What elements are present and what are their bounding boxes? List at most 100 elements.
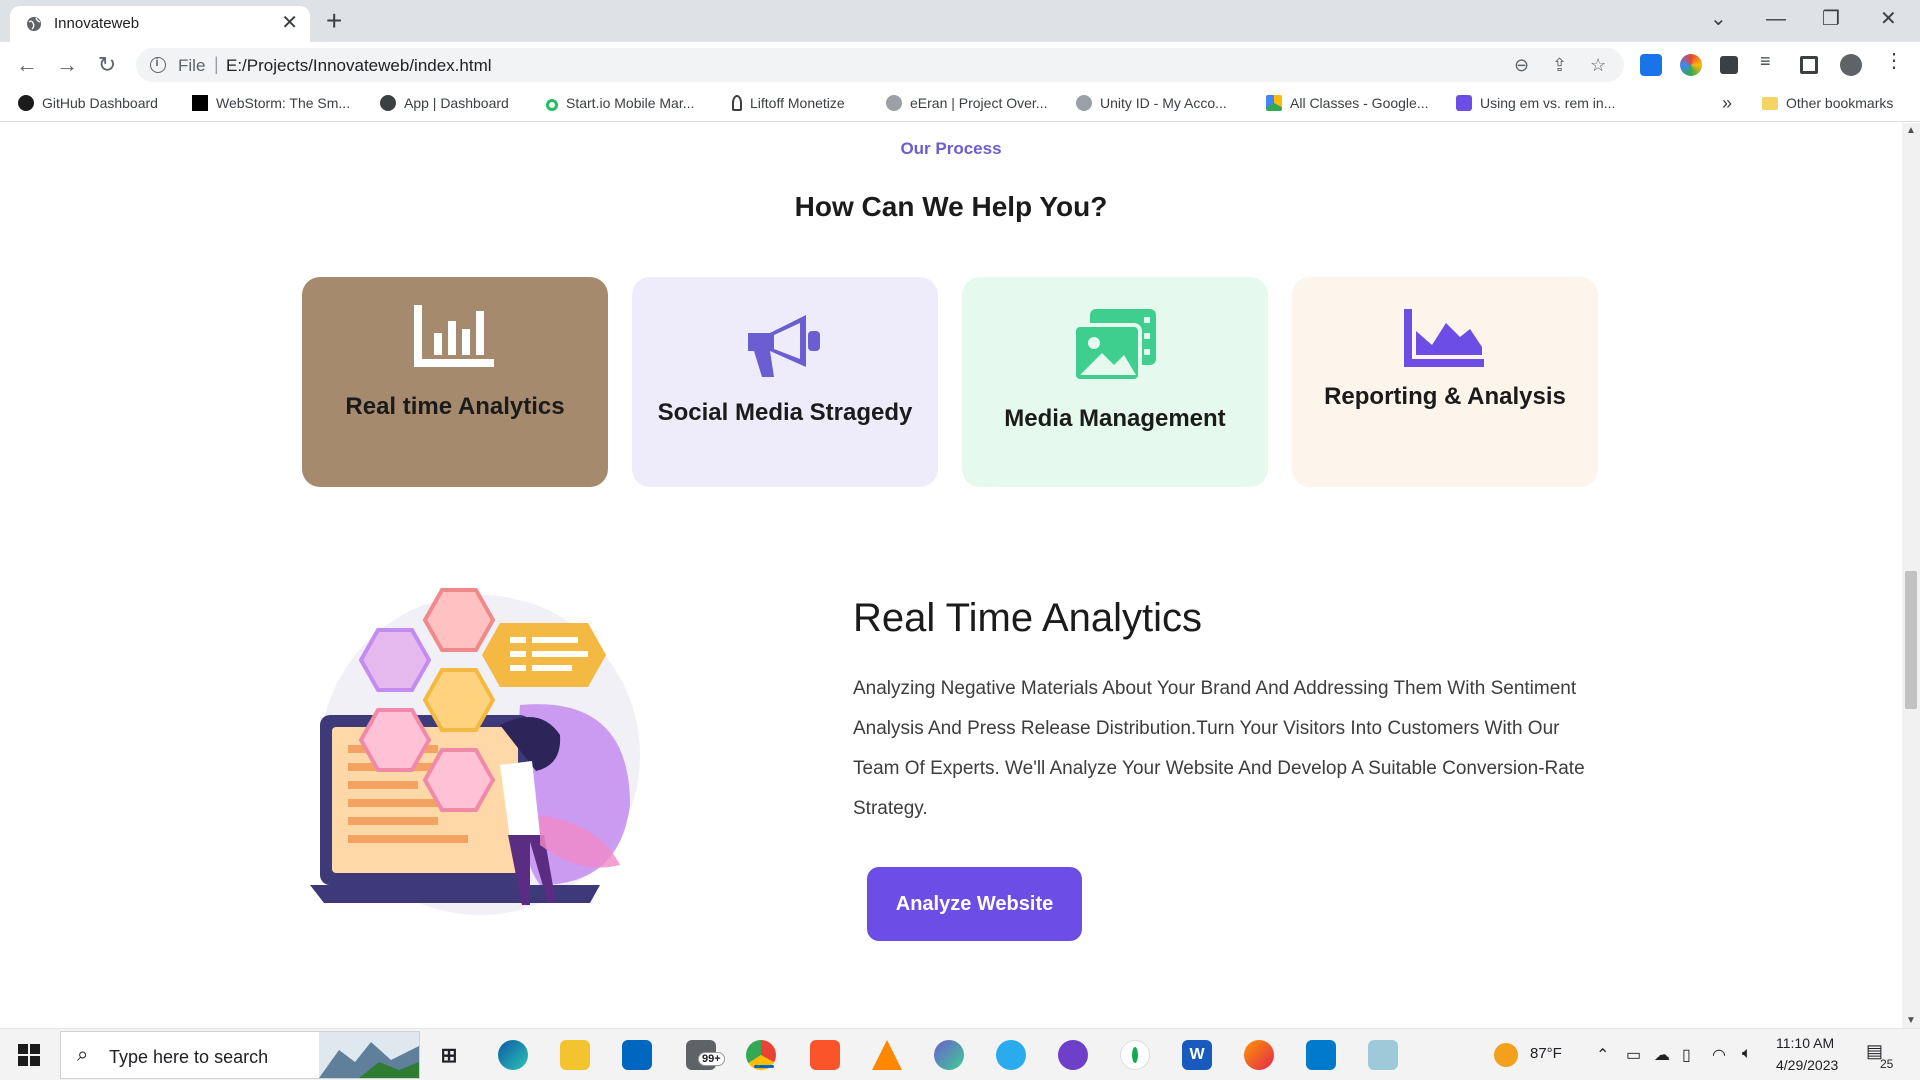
service-card-social-media[interactable]: Social Media Stragedy [632, 277, 938, 487]
chrome-icon[interactable] [746, 1040, 776, 1070]
new-tab-button[interactable]: + [326, 6, 342, 36]
startio-icon [546, 99, 558, 111]
bookmark-star-icon[interactable]: ☆ [1590, 55, 1606, 76]
webpage-content: Our Process How Can We Help You? Real ti… [0, 123, 1902, 1028]
bookmarks-bar: GitHub Dashboard WebStorm: The Sm... App… [0, 88, 1920, 122]
app-window-icon[interactable] [1368, 1040, 1398, 1070]
scrollbar-thumb[interactable] [1905, 571, 1917, 709]
volume-icon[interactable]: 🔈︎ [1742, 1045, 1752, 1063]
more-menu-icon[interactable]: ⋮ [1884, 48, 1906, 72]
feature-title: Real Time Analytics [853, 596, 1203, 640]
reading-list-icon[interactable]: ≡ [1760, 51, 1782, 73]
section-heading: How Can We Help You? [794, 191, 1108, 222]
webstorm-icon [192, 95, 208, 111]
bookmark-eeran[interactable]: eEran | Project Over... [886, 95, 1047, 111]
share-icon[interactable]: ⇪ [1552, 55, 1567, 76]
analytics-illustration [310, 588, 640, 915]
github-desktop-icon[interactable] [1058, 1040, 1088, 1070]
back-button[interactable]: ← [12, 50, 42, 80]
bookmark-startio[interactable]: Start.io Mobile Mar... [546, 95, 694, 111]
clock-time[interactable]: 11:10 AM [1776, 1035, 1834, 1051]
taskbar-search-box[interactable]: ⌕ Type here to search [60, 1031, 420, 1079]
reload-button[interactable]: ↻ [92, 50, 122, 80]
bookmark-liftoff[interactable]: Liftoff Monetize [732, 95, 845, 111]
card-label: Real time Analytics [345, 393, 565, 420]
more-bookmarks-chevron[interactable]: » [1722, 93, 1732, 114]
color-picker-extension-icon[interactable] [1680, 54, 1702, 76]
minimize-button[interactable]: — [1766, 6, 1786, 32]
weather-temp[interactable]: 87°F [1530, 1045, 1562, 1062]
bookmark-a-icon [1456, 95, 1472, 111]
forward-button[interactable]: → [52, 50, 82, 80]
vscode-icon[interactable] [1306, 1040, 1336, 1070]
search-icon: ⌕ [77, 1044, 89, 1066]
file-explorer-icon[interactable] [560, 1040, 590, 1070]
windows-taskbar: ⌕ Type here to search ⊞ 99+ W 87°F ⌃ ▭ ☁… [0, 1028, 1920, 1080]
bookmark-all-classes[interactable]: All Classes - Google... [1266, 95, 1429, 111]
card-label: Reporting & Analysis [1324, 383, 1566, 410]
browser-tab[interactable]: Innovateweb ✕ [10, 6, 310, 42]
service-card-media-management[interactable]: Media Management [962, 277, 1268, 487]
url-scheme: File [178, 56, 206, 75]
windows-start-icon[interactable] [18, 1044, 40, 1066]
word-icon[interactable]: W [1182, 1040, 1212, 1070]
telegram-icon[interactable] [996, 1040, 1026, 1070]
close-window-button[interactable]: ✕ [1880, 6, 1897, 32]
bookmark-github[interactable]: GitHub Dashboard [18, 95, 158, 111]
images-icon [962, 307, 1268, 387]
feature-description: Analyzing Negative Materials About Your … [853, 678, 1585, 819]
liftoff-icon [732, 95, 742, 111]
search-highlight-scene-icon [319, 1032, 419, 1078]
zoom-icon[interactable]: ⊖ [1514, 55, 1529, 76]
profile-avatar[interactable] [1840, 54, 1862, 76]
search-placeholder: Type here to search [109, 1047, 269, 1067]
unity-icon [1076, 95, 1092, 111]
address-bar[interactable]: File | E:/Projects/Innovateweb/index.htm… [136, 48, 1624, 82]
side-panel-icon[interactable] [1800, 56, 1818, 74]
vlc-icon[interactable] [872, 1040, 902, 1070]
clock-date[interactable]: 4/29/2023 [1776, 1057, 1838, 1073]
bookmark-unity-id[interactable]: Unity ID - My Acco... [1076, 95, 1227, 111]
folder-icon [1762, 97, 1778, 110]
edge-icon[interactable] [498, 1040, 528, 1070]
bookmark-app-dashboard[interactable]: App | Dashboard [380, 95, 509, 111]
bookmark-webstorm[interactable]: WebStorm: The Sm... [192, 95, 350, 111]
weather-sun-icon[interactable] [1494, 1043, 1518, 1067]
wifi-icon[interactable]: ◠ [1712, 1045, 1726, 1065]
close-tab-icon[interactable]: ✕ [281, 12, 298, 34]
megaphone-icon [632, 309, 938, 381]
restore-button[interactable]: ❐ [1822, 6, 1840, 32]
meet-now-icon[interactable]: ▭ [1626, 1045, 1641, 1065]
service-card-real-time-analytics[interactable]: Real time Analytics [302, 277, 608, 487]
tab-search-chevron-icon[interactable]: ⌄ [1710, 6, 1727, 32]
battery-icon[interactable]: ▯ [1682, 1045, 1691, 1065]
scroll-down-arrow-icon[interactable]: ▼ [1906, 1015, 1916, 1026]
tab-strip: Innovateweb ✕ + ⌄ — ❐ ✕ [0, 0, 1920, 42]
firefox-icon[interactable] [1244, 1040, 1274, 1070]
download-extension-icon[interactable] [1640, 54, 1662, 76]
page-scrollbar[interactable]: ▲ ▼ [1902, 123, 1920, 1028]
service-card-reporting[interactable]: Reporting & Analysis [1292, 277, 1598, 487]
site-info-icon[interactable] [150, 57, 166, 73]
url-text[interactable]: E:/Projects/Innovateweb/index.html [226, 56, 492, 76]
other-bookmarks-folder[interactable]: Other bookmarks [1762, 95, 1893, 111]
chevron-up-icon[interactable]: ⌃ [1596, 1045, 1609, 1065]
bookmark-em-vs-rem[interactable]: Using em vs. rem in... [1456, 95, 1615, 111]
active-indicator [754, 1065, 774, 1068]
task-view-icon[interactable]: ⊞ [434, 1040, 464, 1070]
card-label: Media Management [1004, 405, 1226, 432]
area-chart-icon [1292, 307, 1598, 367]
puzzle-extensions-icon[interactable] [1720, 56, 1738, 74]
app-hexagon-icon[interactable] [934, 1040, 964, 1070]
unity-icon [886, 95, 902, 111]
onedrive-icon[interactable]: ☁ [1654, 1045, 1670, 1065]
mail-icon[interactable]: 99+ [686, 1040, 725, 1070]
scroll-up-arrow-icon[interactable]: ▲ [1906, 125, 1916, 136]
globe-icon [27, 17, 41, 31]
analyze-website-button[interactable]: Analyze Website [867, 867, 1082, 941]
github-icon [18, 95, 34, 111]
mongodb-icon[interactable] [1120, 1040, 1150, 1070]
brave-icon[interactable] [810, 1040, 840, 1070]
microsoft-store-icon[interactable] [622, 1040, 652, 1070]
url-separator: | [214, 54, 219, 74]
